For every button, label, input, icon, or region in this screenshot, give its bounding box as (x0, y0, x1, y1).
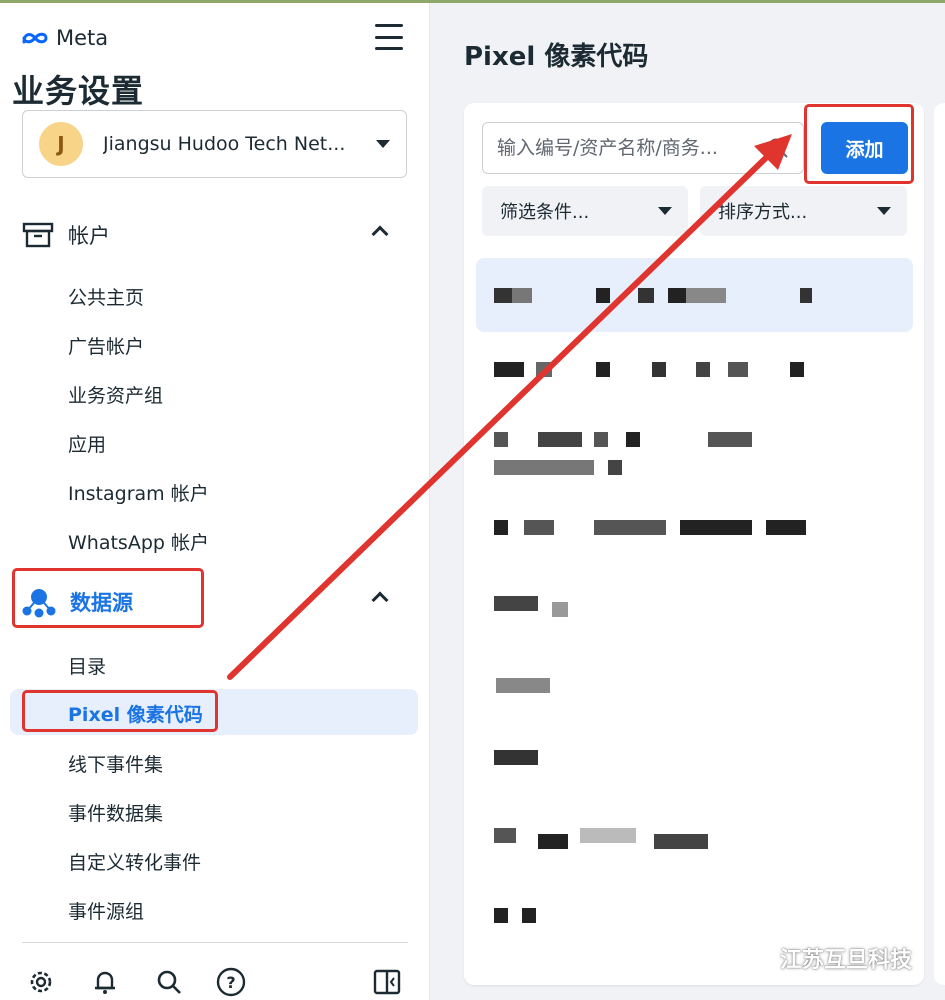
sidebar-item-ad-accounts[interactable]: 广告帐户 (68, 332, 144, 359)
list-item[interactable] (482, 676, 912, 700)
watermark-text: 江苏互旦科技 (780, 948, 913, 973)
caret-down-icon (376, 140, 390, 148)
wechat-icon (738, 945, 771, 970)
settings-icon[interactable] (24, 965, 58, 999)
sort-dropdown-label: 排序方式... (718, 202, 808, 223)
section-accounts[interactable]: 帐户 (22, 220, 392, 250)
list-item[interactable] (482, 822, 912, 852)
chevron-up-icon (371, 591, 389, 609)
sort-dropdown[interactable]: 排序方式... (700, 186, 907, 236)
list-item[interactable] (482, 748, 912, 772)
filter-dropdown-label: 筛选条件... (500, 202, 590, 223)
sidebar-item-pixel[interactable]: Pixel 像素代码 (68, 700, 203, 727)
list-item[interactable] (482, 356, 912, 386)
search-icon (768, 138, 788, 158)
list-item[interactable] (482, 594, 912, 624)
section-data-sources[interactable]: 数据源 (22, 586, 392, 618)
sidebar-item-asset-groups[interactable]: 业务资产组 (68, 381, 163, 408)
page-title: Pixel 像素代码 (464, 42, 649, 72)
caret-down-icon (877, 207, 891, 215)
section-accounts-label: 帐户 (68, 224, 110, 248)
search-field[interactable] (482, 122, 804, 174)
meta-infinity-icon (22, 32, 48, 44)
filter-dropdown[interactable]: 筛选条件... (482, 186, 688, 236)
list-item[interactable] (482, 282, 912, 312)
list-item[interactable] (482, 906, 912, 930)
sidebar-item-catalog[interactable]: 目录 (68, 652, 106, 679)
business-account-name: Jiangsu Hudoo Tech Net... (103, 133, 346, 155)
sidebar-item-instagram[interactable]: Instagram 帐户 (68, 479, 209, 506)
svg-text:?: ? (226, 973, 235, 992)
search-input[interactable] (497, 137, 767, 159)
bell-icon[interactable] (88, 965, 122, 999)
caret-down-icon (658, 207, 672, 215)
sidebar-item-custom-conversions[interactable]: 自定义转化事件 (68, 848, 201, 875)
sidebar-item-apps[interactable]: 应用 (68, 430, 106, 457)
sidebar-item-event-source-groups[interactable]: 事件源组 (68, 897, 144, 924)
chevron-up-icon (371, 225, 389, 243)
detail-panel-edge (934, 103, 945, 985)
meta-logo[interactable]: Meta (20, 26, 108, 50)
add-pixel-button[interactable]: 添加 (821, 122, 908, 174)
data-sources-icon (22, 589, 56, 618)
search-icon[interactable] (152, 965, 186, 999)
sidebar-item-event-datasets[interactable]: 事件数据集 (68, 799, 163, 826)
panel-toggle-icon[interactable] (370, 965, 404, 999)
avatar: J (39, 122, 83, 166)
help-icon[interactable]: ? (214, 965, 248, 999)
archive-icon (22, 222, 54, 248)
sidebar-item-whatsapp[interactable]: WhatsApp 帐户 (68, 528, 209, 555)
sidebar-divider (22, 942, 408, 943)
list-item[interactable] (482, 426, 912, 480)
meta-logo-text: Meta (56, 26, 109, 50)
section-data-sources-label: 数据源 (70, 591, 133, 615)
menu-icon[interactable] (375, 24, 403, 50)
sidebar-title: 业务设置 (12, 72, 145, 110)
sidebar-item-offline-event-sets[interactable]: 线下事件集 (68, 750, 163, 777)
business-account-selector[interactable]: J Jiangsu Hudoo Tech Net... (22, 110, 407, 178)
watermark: 江苏互旦科技 (738, 942, 912, 974)
list-item[interactable] (482, 516, 912, 546)
sidebar-item-pages[interactable]: 公共主页 (68, 283, 144, 310)
